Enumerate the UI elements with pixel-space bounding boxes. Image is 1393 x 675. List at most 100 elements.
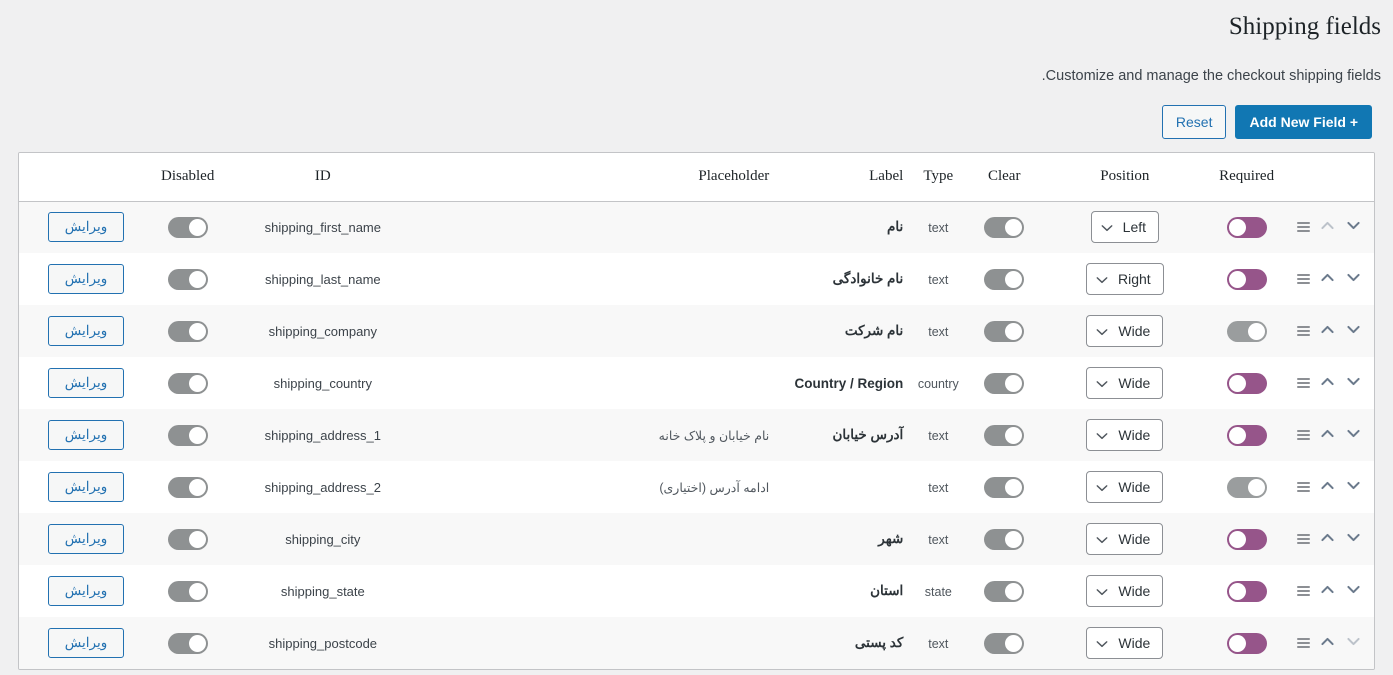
toggle-knob [1228, 426, 1246, 444]
clear-toggle[interactable] [984, 580, 1025, 602]
disabled-toggle[interactable] [167, 632, 208, 654]
cell-label: نام خانوادگی [775, 253, 909, 305]
drag-handle-icon[interactable] [1297, 638, 1310, 648]
chevron-up-icon[interactable] [1319, 581, 1336, 601]
position-select[interactable]: Wide [1086, 471, 1164, 503]
edit-button[interactable]: ویرایش [47, 212, 125, 243]
position-select[interactable]: Wide [1086, 367, 1164, 399]
position-value: Wide [1118, 479, 1151, 495]
cell-disabled [153, 409, 222, 461]
chevron-down-icon [1096, 479, 1108, 495]
drag-handle-icon[interactable] [1297, 430, 1310, 440]
field-id-text: shipping_first_name [264, 219, 381, 235]
edit-button[interactable]: ویرایش [47, 420, 125, 450]
cell-edit: ویرایش [19, 253, 153, 305]
field-label-text: نام خانوادگی [832, 271, 904, 286]
disabled-toggle[interactable] [167, 424, 208, 446]
required-toggle[interactable] [1226, 528, 1267, 550]
cell-clear [967, 253, 1041, 305]
chevron-down-icon[interactable] [1345, 321, 1362, 341]
cell-move [1285, 565, 1374, 617]
cell-disabled [153, 513, 222, 565]
field-id-text: shipping_last_name [265, 271, 381, 287]
disabled-toggle[interactable] [167, 320, 208, 342]
edit-button[interactable]: ویرایش [47, 524, 125, 554]
edit-button[interactable]: ویرایش [47, 368, 125, 398]
disabled-toggle[interactable] [167, 528, 208, 550]
required-toggle[interactable] [1226, 476, 1267, 498]
row-controls [1291, 425, 1368, 445]
cell-clear [967, 617, 1041, 669]
drag-handle-icon[interactable] [1297, 586, 1310, 596]
chevron-up-icon[interactable] [1319, 373, 1336, 393]
row-controls [1291, 269, 1368, 289]
cell-placeholder [423, 513, 775, 565]
field-id-text: shipping_city [285, 531, 361, 547]
required-toggle[interactable] [1226, 632, 1267, 654]
clear-toggle[interactable] [984, 424, 1025, 446]
edit-button[interactable]: ویرایش [47, 576, 125, 606]
position-select[interactable]: Wide [1086, 419, 1164, 451]
drag-handle-icon[interactable] [1297, 274, 1310, 284]
edit-button[interactable]: ویرایش [47, 264, 125, 294]
position-select[interactable]: Left [1090, 211, 1160, 244]
add-new-field-button[interactable]: Add New Field + [1235, 105, 1372, 139]
disabled-toggle[interactable] [167, 216, 208, 238]
required-toggle[interactable] [1226, 268, 1267, 290]
clear-toggle[interactable] [984, 320, 1025, 342]
edit-button[interactable]: ویرایش [47, 628, 125, 658]
chevron-up-icon[interactable] [1319, 321, 1336, 341]
chevron-down-icon[interactable] [1345, 529, 1362, 549]
required-toggle[interactable] [1226, 580, 1267, 602]
chevron-up-icon[interactable] [1319, 425, 1336, 445]
chevron-down-icon[interactable] [1345, 477, 1362, 497]
chevron-down-icon[interactable] [1345, 581, 1362, 601]
field-label-text: شهر [878, 531, 904, 546]
edit-button[interactable]: ویرایش [47, 472, 125, 502]
page-description: .Customize and manage the checkout shipp… [1041, 68, 1381, 84]
position-select[interactable]: Wide [1086, 627, 1164, 659]
position-select[interactable]: Right [1086, 263, 1164, 295]
position-select[interactable]: Wide [1086, 523, 1164, 555]
clear-toggle[interactable] [984, 372, 1025, 394]
cell-type: text [909, 461, 967, 513]
clear-toggle[interactable] [984, 528, 1025, 550]
reset-button[interactable]: Reset [1161, 105, 1227, 139]
edit-button[interactable]: ویرایش [47, 316, 125, 346]
required-toggle[interactable] [1226, 320, 1267, 342]
clear-toggle[interactable] [984, 216, 1025, 238]
chevron-down-icon[interactable] [1345, 425, 1362, 445]
toggle-knob [1005, 374, 1023, 392]
chevron-down-icon[interactable] [1345, 373, 1362, 393]
drag-handle-icon[interactable] [1297, 482, 1310, 492]
required-toggle[interactable] [1226, 424, 1267, 446]
toggle-knob [1228, 530, 1246, 548]
chevron-down-icon[interactable] [1345, 269, 1362, 289]
cell-required [1209, 617, 1285, 669]
disabled-toggle[interactable] [167, 268, 208, 290]
drag-handle-icon[interactable] [1297, 326, 1310, 336]
chevron-up-icon[interactable] [1319, 269, 1336, 289]
clear-toggle[interactable] [984, 632, 1025, 654]
chevron-down-icon[interactable] [1345, 217, 1362, 237]
clear-toggle[interactable] [984, 476, 1025, 498]
drag-handle-icon[interactable] [1297, 534, 1310, 544]
position-select[interactable]: Wide [1086, 315, 1164, 347]
drag-handle-icon[interactable] [1297, 222, 1310, 233]
required-toggle[interactable] [1226, 372, 1267, 394]
cell-placeholder [423, 617, 775, 669]
disabled-toggle[interactable] [167, 476, 208, 498]
chevron-up-icon[interactable] [1319, 529, 1336, 549]
field-placeholder-text: نام خیابان و پلاک خانه [658, 428, 770, 443]
chevron-up-icon[interactable] [1319, 477, 1336, 497]
toggle-knob [1247, 478, 1265, 496]
chevron-up-icon[interactable] [1319, 633, 1336, 653]
disabled-toggle[interactable] [167, 580, 208, 602]
position-select[interactable]: Wide [1086, 575, 1164, 607]
cell-clear [967, 305, 1041, 357]
cell-required [1209, 201, 1285, 253]
clear-toggle[interactable] [984, 268, 1025, 290]
drag-handle-icon[interactable] [1297, 378, 1310, 388]
required-toggle[interactable] [1226, 216, 1267, 238]
disabled-toggle[interactable] [167, 372, 208, 394]
